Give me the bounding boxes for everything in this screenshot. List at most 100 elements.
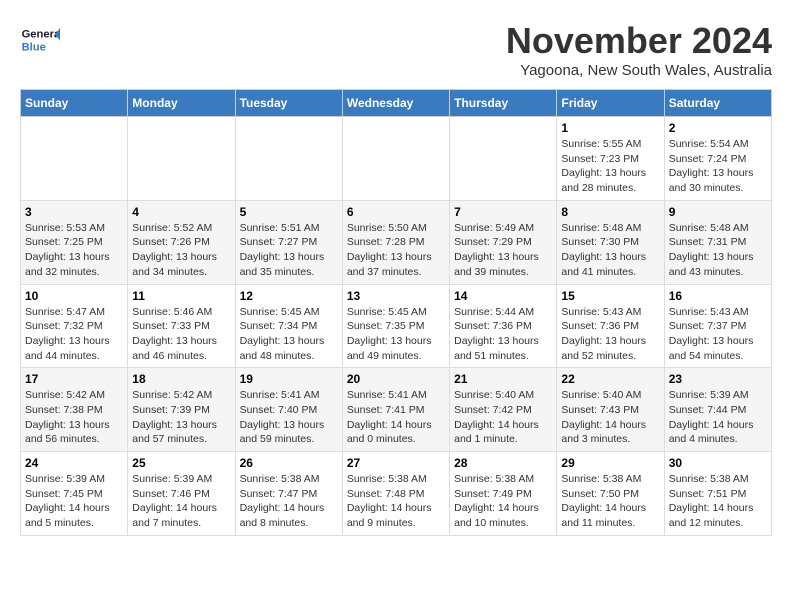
- day-number: 20: [347, 372, 445, 386]
- day-number: 11: [132, 289, 230, 303]
- day-number: 15: [561, 289, 659, 303]
- day-info: Sunrise: 5:39 AMSunset: 7:46 PMDaylight:…: [132, 472, 230, 531]
- calendar-cell: [450, 117, 557, 201]
- calendar-week-row: 17 Sunrise: 5:42 AMSunset: 7:38 PMDayligh…: [21, 368, 772, 452]
- calendar-cell: 20 Sunrise: 5:41 AMSunset: 7:41 PMDayligh…: [342, 368, 449, 452]
- day-info: Sunrise: 5:49 AMSunset: 7:29 PMDaylight:…: [454, 221, 552, 280]
- day-number: 13: [347, 289, 445, 303]
- calendar-cell: 12 Sunrise: 5:45 AMSunset: 7:34 PMDayligh…: [235, 284, 342, 368]
- calendar-header: SundayMondayTuesdayWednesdayThursdayFrid…: [21, 90, 772, 117]
- day-info: Sunrise: 5:40 AMSunset: 7:42 PMDaylight:…: [454, 388, 552, 447]
- calendar-cell: 10 Sunrise: 5:47 AMSunset: 7:32 PMDayligh…: [21, 284, 128, 368]
- day-info: Sunrise: 5:46 AMSunset: 7:33 PMDaylight:…: [132, 305, 230, 364]
- calendar-cell: 23 Sunrise: 5:39 AMSunset: 7:44 PMDayligh…: [664, 368, 771, 452]
- calendar-cell: [128, 117, 235, 201]
- day-number: 8: [561, 205, 659, 219]
- day-info: Sunrise: 5:38 AMSunset: 7:47 PMDaylight:…: [240, 472, 338, 531]
- calendar-cell: 5 Sunrise: 5:51 AMSunset: 7:27 PMDaylight…: [235, 200, 342, 284]
- calendar-week-row: 1 Sunrise: 5:55 AMSunset: 7:23 PMDaylight…: [21, 117, 772, 201]
- calendar-cell: 16Sunrise: 5:43 AMSunset: 7:37 PMDayligh…: [664, 284, 771, 368]
- month-year-title: November 2024: [506, 20, 772, 62]
- calendar-cell: 29 Sunrise: 5:38 AMSunset: 7:50 PMDayligh…: [557, 452, 664, 536]
- day-number: 1: [561, 121, 659, 135]
- day-info: Sunrise: 5:38 AMSunset: 7:50 PMDaylight:…: [561, 472, 659, 531]
- calendar-cell: 7Sunrise: 5:49 AMSunset: 7:29 PMDaylight…: [450, 200, 557, 284]
- day-info: Sunrise: 5:53 AMSunset: 7:25 PMDaylight:…: [25, 221, 123, 280]
- day-number: 19: [240, 372, 338, 386]
- page-header: General Blue November 2024 Yagoona, New …: [20, 20, 772, 79]
- day-info: Sunrise: 5:51 AMSunset: 7:27 PMDaylight:…: [240, 221, 338, 280]
- calendar-table: SundayMondayTuesdayWednesdayThursdayFrid…: [20, 89, 772, 536]
- calendar-cell: [21, 117, 128, 201]
- day-info: Sunrise: 5:55 AMSunset: 7:23 PMDaylight:…: [561, 137, 659, 196]
- day-number: 22: [561, 372, 659, 386]
- day-info: Sunrise: 5:41 AMSunset: 7:40 PMDaylight:…: [240, 388, 338, 447]
- day-number: 2: [669, 121, 767, 135]
- weekday-header-sunday: Sunday: [21, 90, 128, 117]
- weekday-header-tuesday: Tuesday: [235, 90, 342, 117]
- calendar-cell: 19 Sunrise: 5:41 AMSunset: 7:40 PMDayligh…: [235, 368, 342, 452]
- calendar-cell: 11 Sunrise: 5:46 AMSunset: 7:33 PMDayligh…: [128, 284, 235, 368]
- day-info: Sunrise: 5:54 AMSunset: 7:24 PMDaylight:…: [669, 137, 767, 196]
- day-number: 6: [347, 205, 445, 219]
- day-info: Sunrise: 5:38 AMSunset: 7:48 PMDaylight:…: [347, 472, 445, 531]
- day-info: Sunrise: 5:47 AMSunset: 7:32 PMDaylight:…: [25, 305, 123, 364]
- calendar-cell: 27Sunrise: 5:38 AMSunset: 7:48 PMDayligh…: [342, 452, 449, 536]
- calendar-cell: [235, 117, 342, 201]
- day-info: Sunrise: 5:42 AMSunset: 7:38 PMDaylight:…: [25, 388, 123, 447]
- day-number: 12: [240, 289, 338, 303]
- weekday-header-row: SundayMondayTuesdayWednesdayThursdayFrid…: [21, 90, 772, 117]
- day-number: 28: [454, 456, 552, 470]
- calendar-cell: 6Sunrise: 5:50 AMSunset: 7:28 PMDaylight…: [342, 200, 449, 284]
- day-info: Sunrise: 5:38 AMSunset: 7:51 PMDaylight:…: [669, 472, 767, 531]
- day-number: 25: [132, 456, 230, 470]
- day-info: Sunrise: 5:45 AMSunset: 7:35 PMDaylight:…: [347, 305, 445, 364]
- calendar-cell: 13 Sunrise: 5:45 AMSunset: 7:35 PMDayligh…: [342, 284, 449, 368]
- day-number: 30: [669, 456, 767, 470]
- day-number: 10: [25, 289, 123, 303]
- logo: General Blue: [20, 20, 60, 60]
- svg-text:General: General: [22, 29, 60, 41]
- day-number: 26: [240, 456, 338, 470]
- calendar-week-row: 10 Sunrise: 5:47 AMSunset: 7:32 PMDayligh…: [21, 284, 772, 368]
- day-number: 18: [132, 372, 230, 386]
- calendar-cell: 4 Sunrise: 5:52 AMSunset: 7:26 PMDaylight…: [128, 200, 235, 284]
- day-info: Sunrise: 5:38 AMSunset: 7:49 PMDaylight:…: [454, 472, 552, 531]
- day-number: 29: [561, 456, 659, 470]
- calendar-cell: 30 Sunrise: 5:38 AMSunset: 7:51 PMDayligh…: [664, 452, 771, 536]
- calendar-cell: 8Sunrise: 5:48 AMSunset: 7:30 PMDaylight…: [557, 200, 664, 284]
- day-info: Sunrise: 5:48 AMSunset: 7:31 PMDaylight:…: [669, 221, 767, 280]
- calendar-cell: [342, 117, 449, 201]
- calendar-cell: 14Sunrise: 5:44 AMSunset: 7:36 PMDayligh…: [450, 284, 557, 368]
- day-info: Sunrise: 5:39 AMSunset: 7:44 PMDaylight:…: [669, 388, 767, 447]
- day-number: 17: [25, 372, 123, 386]
- calendar-cell: 26 Sunrise: 5:38 AMSunset: 7:47 PMDayligh…: [235, 452, 342, 536]
- calendar-cell: 1 Sunrise: 5:55 AMSunset: 7:23 PMDaylight…: [557, 117, 664, 201]
- day-info: Sunrise: 5:41 AMSunset: 7:41 PMDaylight:…: [347, 388, 445, 447]
- weekday-header-saturday: Saturday: [664, 90, 771, 117]
- day-number: 5: [240, 205, 338, 219]
- day-number: 3: [25, 205, 123, 219]
- calendar-cell: 25 Sunrise: 5:39 AMSunset: 7:46 PMDayligh…: [128, 452, 235, 536]
- weekday-header-wednesday: Wednesday: [342, 90, 449, 117]
- calendar-cell: 17 Sunrise: 5:42 AMSunset: 7:38 PMDayligh…: [21, 368, 128, 452]
- day-info: Sunrise: 5:42 AMSunset: 7:39 PMDaylight:…: [132, 388, 230, 447]
- day-number: 14: [454, 289, 552, 303]
- location-subtitle: Yagoona, New South Wales, Australia: [506, 62, 772, 79]
- day-number: 24: [25, 456, 123, 470]
- calendar-cell: 21Sunrise: 5:40 AMSunset: 7:42 PMDayligh…: [450, 368, 557, 452]
- day-number: 4: [132, 205, 230, 219]
- calendar-week-row: 24Sunrise: 5:39 AMSunset: 7:45 PMDayligh…: [21, 452, 772, 536]
- calendar-cell: 28 Sunrise: 5:38 AMSunset: 7:49 PMDayligh…: [450, 452, 557, 536]
- calendar-cell: 18 Sunrise: 5:42 AMSunset: 7:39 PMDayligh…: [128, 368, 235, 452]
- day-info: Sunrise: 5:45 AMSunset: 7:34 PMDaylight:…: [240, 305, 338, 364]
- day-info: Sunrise: 5:40 AMSunset: 7:43 PMDaylight:…: [561, 388, 659, 447]
- svg-text:Blue: Blue: [22, 41, 46, 53]
- calendar-cell: 9 Sunrise: 5:48 AMSunset: 7:31 PMDaylight…: [664, 200, 771, 284]
- day-info: Sunrise: 5:52 AMSunset: 7:26 PMDaylight:…: [132, 221, 230, 280]
- calendar-cell: 22 Sunrise: 5:40 AMSunset: 7:43 PMDayligh…: [557, 368, 664, 452]
- day-info: Sunrise: 5:43 AMSunset: 7:36 PMDaylight:…: [561, 305, 659, 364]
- weekday-header-monday: Monday: [128, 90, 235, 117]
- day-number: 9: [669, 205, 767, 219]
- day-number: 23: [669, 372, 767, 386]
